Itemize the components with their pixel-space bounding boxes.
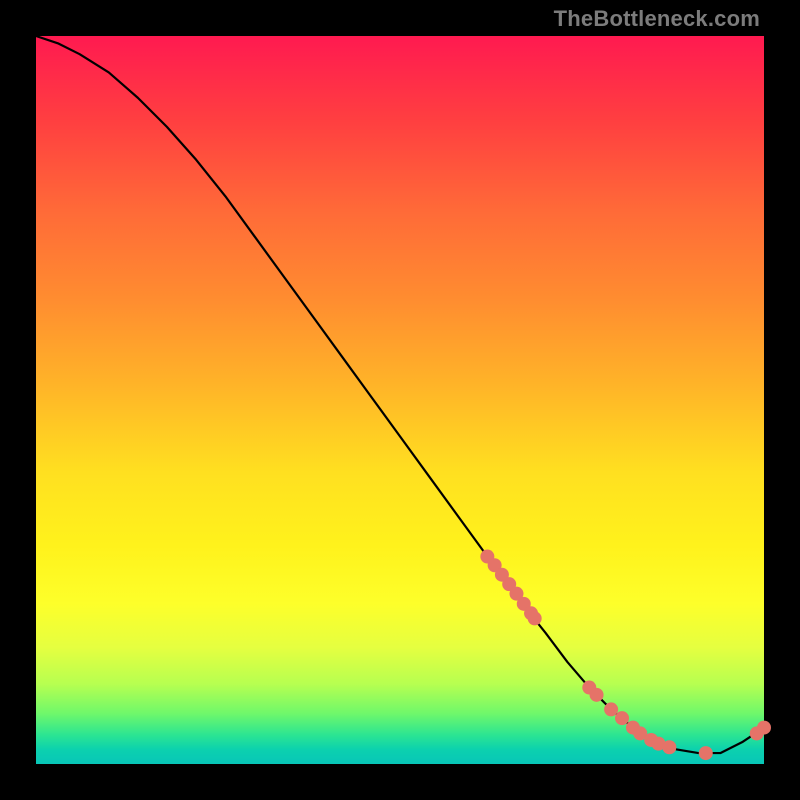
data-point	[590, 688, 604, 702]
data-point	[662, 740, 676, 754]
data-point	[528, 611, 542, 625]
data-point	[604, 702, 618, 716]
data-point	[615, 711, 629, 725]
data-points-group	[480, 550, 771, 761]
data-point	[699, 746, 713, 760]
chart-frame: TheBottleneck.com	[0, 0, 800, 800]
bottleneck-curve	[36, 36, 764, 753]
chart-svg	[36, 36, 764, 764]
data-point	[757, 721, 771, 735]
plot-area	[36, 36, 764, 764]
watermark-text: TheBottleneck.com	[554, 6, 760, 32]
